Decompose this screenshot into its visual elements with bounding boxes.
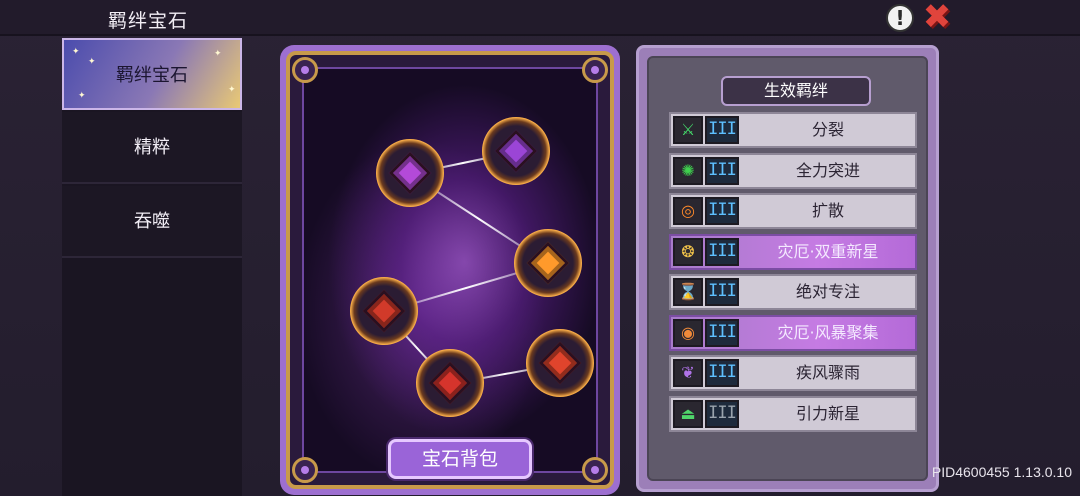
tab-label: 吞噬 <box>134 211 170 232</box>
help-icon[interactable]: ! <box>886 4 914 32</box>
gem-slot[interactable] <box>416 349 484 417</box>
bond-label: 灾厄·风暴聚集 <box>777 322 879 342</box>
panel-body: 生效羁绊 ⚔ III 分裂 ✺ III 全力突进 ◎ III 扩散 ❂ III 灾厄·双重新星 ⌛ III… <box>647 56 928 481</box>
purple-swirl-gem-icon <box>494 129 538 173</box>
constellation-area <box>302 67 598 473</box>
bond-level-indicator: III <box>705 359 739 387</box>
panel-title: 生效羁绊 <box>721 76 871 106</box>
bond-label: 扩散 <box>811 201 844 220</box>
sidebar: ✦ ✦ ✦ ✦ ✦ 羁绊宝石 精粹 吞噬 <box>62 38 242 496</box>
bond-label: 疾风骤雨 <box>795 363 860 382</box>
bond-label: 绝对专注 <box>795 282 860 301</box>
tab-label: 精粹 <box>134 137 170 158</box>
game-screen: 羁绊宝石 ! ✖ ✦ ✦ ✦ ✦ ✦ 羁绊宝石 精粹 吞噬 宝石背包 生效羁绊 … <box>0 0 1080 496</box>
bond-label: 全力突进 <box>795 160 860 180</box>
corner-ornament <box>292 457 318 483</box>
bond-row[interactable]: ⏏ III 引力新星 <box>669 395 917 432</box>
bond-row[interactable]: ✺ III 全力突进 <box>669 152 917 189</box>
bond-row[interactable]: ⚔ III 分裂 <box>669 112 917 148</box>
corner-ornament <box>292 57 318 83</box>
gravity-nova-icon: ⏏ <box>673 399 703 428</box>
page-title: 羁绊宝石 <box>108 10 189 32</box>
active-bonds-panel: 生效羁绊 ⚔ III 分裂 ✺ III 全力突进 ◎ III 扩散 ❂ III 灾厄·双重新星 ⌛ III… <box>636 45 939 492</box>
storm-gather-icon: ◉ <box>673 318 703 347</box>
gem-constellation-card: 宝石背包 <box>280 45 620 495</box>
dash-icon: ✺ <box>673 156 703 185</box>
bond-label: 分裂 <box>811 120 844 139</box>
gem-bag-button[interactable]: 宝石背包 <box>388 439 532 479</box>
gem-slot[interactable] <box>482 117 550 185</box>
close-icon[interactable]: ✖ <box>920 0 954 35</box>
gem-slot[interactable] <box>514 229 582 297</box>
bond-level-indicator: III <box>705 197 739 225</box>
tab-label: 羁绊宝石 <box>116 65 188 86</box>
card-frame: 宝石背包 <box>286 51 614 489</box>
build-id: PID4600455 1.13.0.10 <box>931 464 1072 480</box>
bond-level-indicator: III <box>705 318 739 347</box>
tab-bond-gems[interactable]: ✦ ✦ ✦ ✦ ✦ 羁绊宝石 <box>62 38 242 110</box>
tab-essence[interactable]: 精粹 <box>62 112 242 184</box>
split-icon: ⚔ <box>673 116 703 144</box>
bond-level-indicator: III <box>705 399 739 428</box>
red-square-gem-icon <box>538 341 582 385</box>
bond-level-indicator: III <box>705 237 739 266</box>
green-dash-gem-icon <box>428 361 472 405</box>
bond-row[interactable]: ❂ III 灾厄·双重新星 <box>669 233 917 270</box>
bond-row[interactable]: ◎ III 扩散 <box>669 193 917 229</box>
bond-label: 引力新星 <box>795 403 860 423</box>
corner-ornament <box>582 457 608 483</box>
whirlwind-icon: ❦ <box>673 359 703 387</box>
purple-burst-gem-icon <box>388 151 432 195</box>
orange-ring-gem-icon <box>526 241 570 285</box>
bond-level-indicator: III <box>705 156 739 185</box>
bond-label: 灾厄·双重新星 <box>777 241 879 261</box>
red-tornado-gem-icon <box>362 289 406 333</box>
bond-row[interactable]: ⌛ III 绝对专注 <box>669 274 917 310</box>
bond-row[interactable]: ❦ III 疾风骤雨 <box>669 355 917 391</box>
corner-ornament <box>582 57 608 83</box>
tab-devour[interactable]: 吞噬 <box>62 186 242 258</box>
double-nova-icon: ❂ <box>673 237 703 266</box>
gem-slot[interactable] <box>376 139 444 207</box>
bond-level-indicator: III <box>705 116 739 144</box>
hourglass-icon: ⌛ <box>673 278 703 306</box>
diffuse-icon: ◎ <box>673 197 703 225</box>
bond-level-indicator: III <box>705 278 739 306</box>
top-bar: 羁绊宝石 ! ✖ <box>0 0 1080 36</box>
gem-slot[interactable] <box>350 277 418 345</box>
gem-slot[interactable] <box>526 329 594 397</box>
bond-row[interactable]: ◉ III 灾厄·风暴聚集 <box>669 314 917 351</box>
